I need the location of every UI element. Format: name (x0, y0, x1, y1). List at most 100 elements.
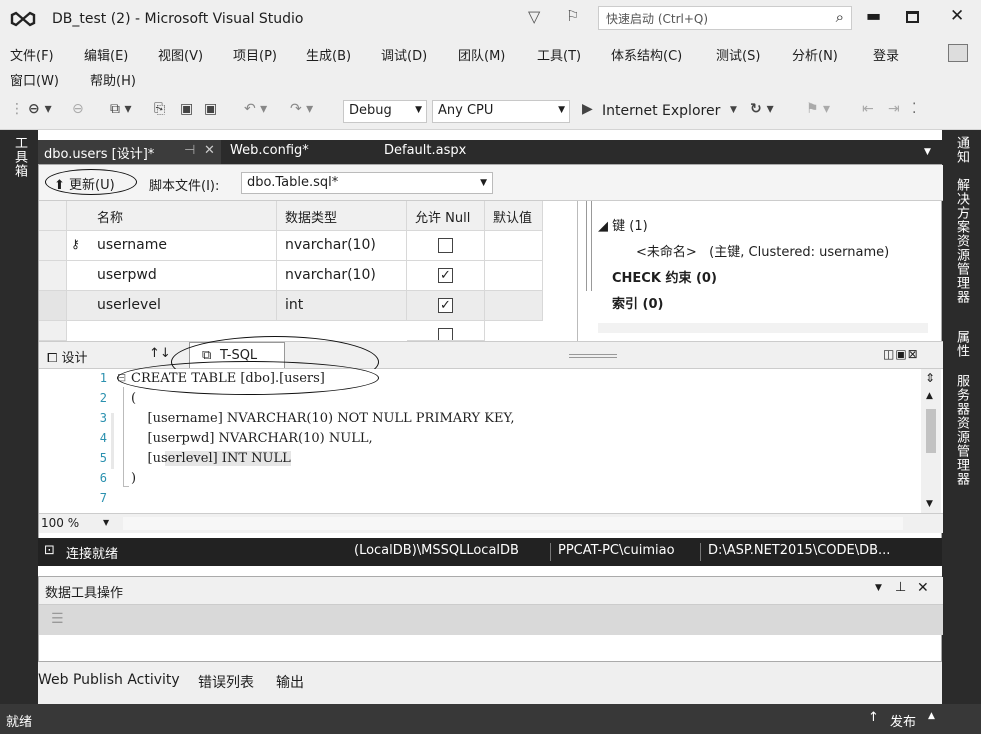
scroll-thumb[interactable] (926, 409, 936, 453)
pin-icon[interactable]: ⊣ (184, 143, 195, 158)
open-file-icon[interactable]: ⎘ (154, 101, 165, 117)
swap-panes-button[interactable]: ↑↓ (149, 346, 171, 361)
redo-icon[interactable]: ↷ ▾ (290, 101, 313, 117)
row-selector[interactable] (39, 231, 67, 261)
menu-analyze[interactable]: 分析(N) (792, 45, 838, 64)
horizontal-scrollbar[interactable] (123, 517, 903, 530)
menu-build[interactable]: 生成(B) (306, 45, 351, 64)
cell-allow-null[interactable]: ✓ (407, 261, 485, 291)
keys-node[interactable]: ◢ 键 (1) (598, 215, 648, 234)
row-selector[interactable] (39, 291, 67, 321)
panel-dropdown-icon[interactable]: ▼ (875, 583, 882, 593)
allow-null-checkbox[interactable]: ✓ (438, 268, 453, 283)
feedback-icon[interactable]: ⚐ (566, 7, 579, 25)
solution-config-select[interactable]: Debug ▼ (343, 100, 427, 123)
back-icon[interactable]: ⊖ ▾ (28, 101, 52, 117)
tab-web-config[interactable]: Web.config* (230, 143, 309, 158)
chevron-up-icon[interactable]: ▲ (928, 711, 935, 721)
menu-project[interactable]: 项目(P) (233, 45, 277, 64)
table-row[interactable]: userpwd (67, 261, 277, 291)
notifications-tab[interactable]: 通知 (952, 136, 971, 164)
tab-design[interactable]: ⧠ 设计 (47, 347, 88, 366)
run-target-button[interactable]: Internet Explorer (602, 103, 720, 119)
save-icon[interactable]: ▣ (180, 101, 193, 117)
toolbar-overflow-icon[interactable]: ⁚ (912, 101, 916, 117)
splitter-grip[interactable] (569, 354, 617, 358)
tab-web-publish-activity[interactable]: Web Publish Activity (38, 672, 180, 688)
tab-default-aspx[interactable]: Default.aspx (384, 143, 466, 158)
undo-icon[interactable]: ↶ ▾ (244, 101, 267, 117)
pane-layout-icons[interactable]: ◫▣⊠ (883, 347, 919, 361)
refresh-icon[interactable]: ↻ ▾ (750, 101, 774, 117)
primary-key-entry[interactable]: <未命名> (主键, Clustered: username) (636, 241, 889, 260)
filter-icon[interactable]: ▽ (528, 7, 540, 26)
row-selector[interactable] (39, 261, 67, 291)
indexes-node[interactable]: 索引 (0) (612, 293, 663, 312)
scroll-up-icon[interactable]: ▲ (926, 391, 933, 401)
allow-null-checkbox[interactable]: ✓ (438, 298, 453, 313)
pin-icon[interactable]: ⊥ (895, 580, 906, 595)
new-project-icon[interactable]: ⧉ ▾ (110, 101, 131, 117)
minimize-button[interactable]: ▬ (866, 6, 881, 25)
check-constraints-node[interactable]: CHECK 约束 (0) (612, 267, 717, 286)
cell-default[interactable] (485, 291, 543, 321)
cell-allow-null[interactable] (407, 231, 485, 261)
solution-explorer-tab[interactable]: 解决方案资源管理器 (952, 178, 971, 304)
forward-icon[interactable]: ⊖ (72, 101, 84, 117)
tab-dbo-users-design[interactable]: dbo.users [设计]* ⊣ ✕ (38, 140, 221, 164)
login-link[interactable]: 登录 (873, 45, 899, 64)
run-target-dropdown-icon[interactable]: ▼ (730, 105, 737, 115)
update-button[interactable]: ⬆ 更新(U) (45, 169, 137, 195)
split-icon[interactable]: ⇕ (925, 371, 935, 385)
menu-edit[interactable]: 编辑(E) (84, 45, 128, 64)
chevron-down-icon[interactable]: ▼ (103, 518, 109, 527)
quick-launch-input[interactable]: 快速启动 (Ctrl+Q) ⌕ (598, 6, 852, 30)
vertical-scrollbar[interactable]: ⇕ ▲ ▼ (921, 369, 941, 513)
allow-null-checkbox[interactable] (438, 238, 453, 253)
save-all-icon[interactable]: ▣ (204, 101, 217, 117)
table-row[interactable]: userlevel (67, 291, 277, 321)
outdent-icon[interactable]: ⇥ (888, 101, 900, 117)
tab-output[interactable]: 输出 (276, 672, 304, 692)
cell-type[interactable]: nvarchar(10) (277, 231, 407, 261)
tsql-editor[interactable]: 1 2 3 4 5 6 7 ⊟ CREATE TABLE [dbo].[user… (39, 361, 943, 513)
server-explorer-tab[interactable]: 服务器资源管理器 (952, 374, 971, 486)
cell-default[interactable] (485, 231, 543, 261)
search-icon[interactable]: ⌕ (836, 8, 844, 26)
toolbox-tab[interactable]: 工具箱 (10, 136, 29, 178)
indent-icon[interactable]: ⇤ (862, 101, 874, 117)
menu-debug[interactable]: 调试(D) (381, 45, 427, 64)
clear-list-icon[interactable]: ☰ (51, 611, 64, 627)
properties-tab[interactable]: 属性 (952, 330, 971, 358)
allow-null-checkbox[interactable] (438, 328, 453, 340)
row-selector[interactable] (39, 321, 67, 341)
menu-view[interactable]: 视图(V) (158, 45, 203, 64)
menu-window[interactable]: 窗口(W) (10, 70, 59, 89)
zoom-select[interactable]: 100 % (41, 516, 79, 530)
panel-splitter[interactable] (586, 201, 592, 291)
publish-button[interactable]: 发布 (890, 711, 916, 730)
menu-help[interactable]: 帮助(H) (90, 70, 136, 89)
maximize-button[interactable] (906, 11, 919, 23)
menu-file[interactable]: 文件(F) (10, 45, 54, 64)
start-debug-icon[interactable]: ▶ (582, 101, 593, 117)
account-icon[interactable] (948, 44, 968, 62)
close-window-button[interactable]: ✕ (950, 6, 964, 26)
close-icon[interactable]: ✕ (917, 580, 929, 596)
menu-architecture[interactable]: 体系结构(C) (611, 45, 682, 64)
cell-allow-null[interactable] (407, 321, 485, 341)
close-tab-icon[interactable]: ✕ (204, 143, 215, 158)
horizontal-scrollbar[interactable] (598, 323, 928, 333)
platform-select[interactable]: Any CPU ▼ (432, 100, 570, 123)
table-row[interactable]: ⚷ username (67, 231, 277, 261)
cell-type[interactable]: int (277, 291, 407, 321)
menu-tools[interactable]: 工具(T) (537, 45, 581, 64)
scroll-down-icon[interactable]: ▼ (926, 499, 933, 509)
menu-test[interactable]: 测试(S) (716, 45, 760, 64)
cell-type[interactable]: nvarchar(10) (277, 261, 407, 291)
tab-error-list[interactable]: 错误列表 (198, 672, 254, 692)
menu-team[interactable]: 团队(M) (458, 45, 505, 64)
cell-allow-null[interactable]: ✓ (407, 291, 485, 321)
script-file-select[interactable]: dbo.Table.sql* ▼ (241, 172, 493, 194)
browser-link-icon[interactable]: ⚑ ▾ (806, 101, 830, 117)
